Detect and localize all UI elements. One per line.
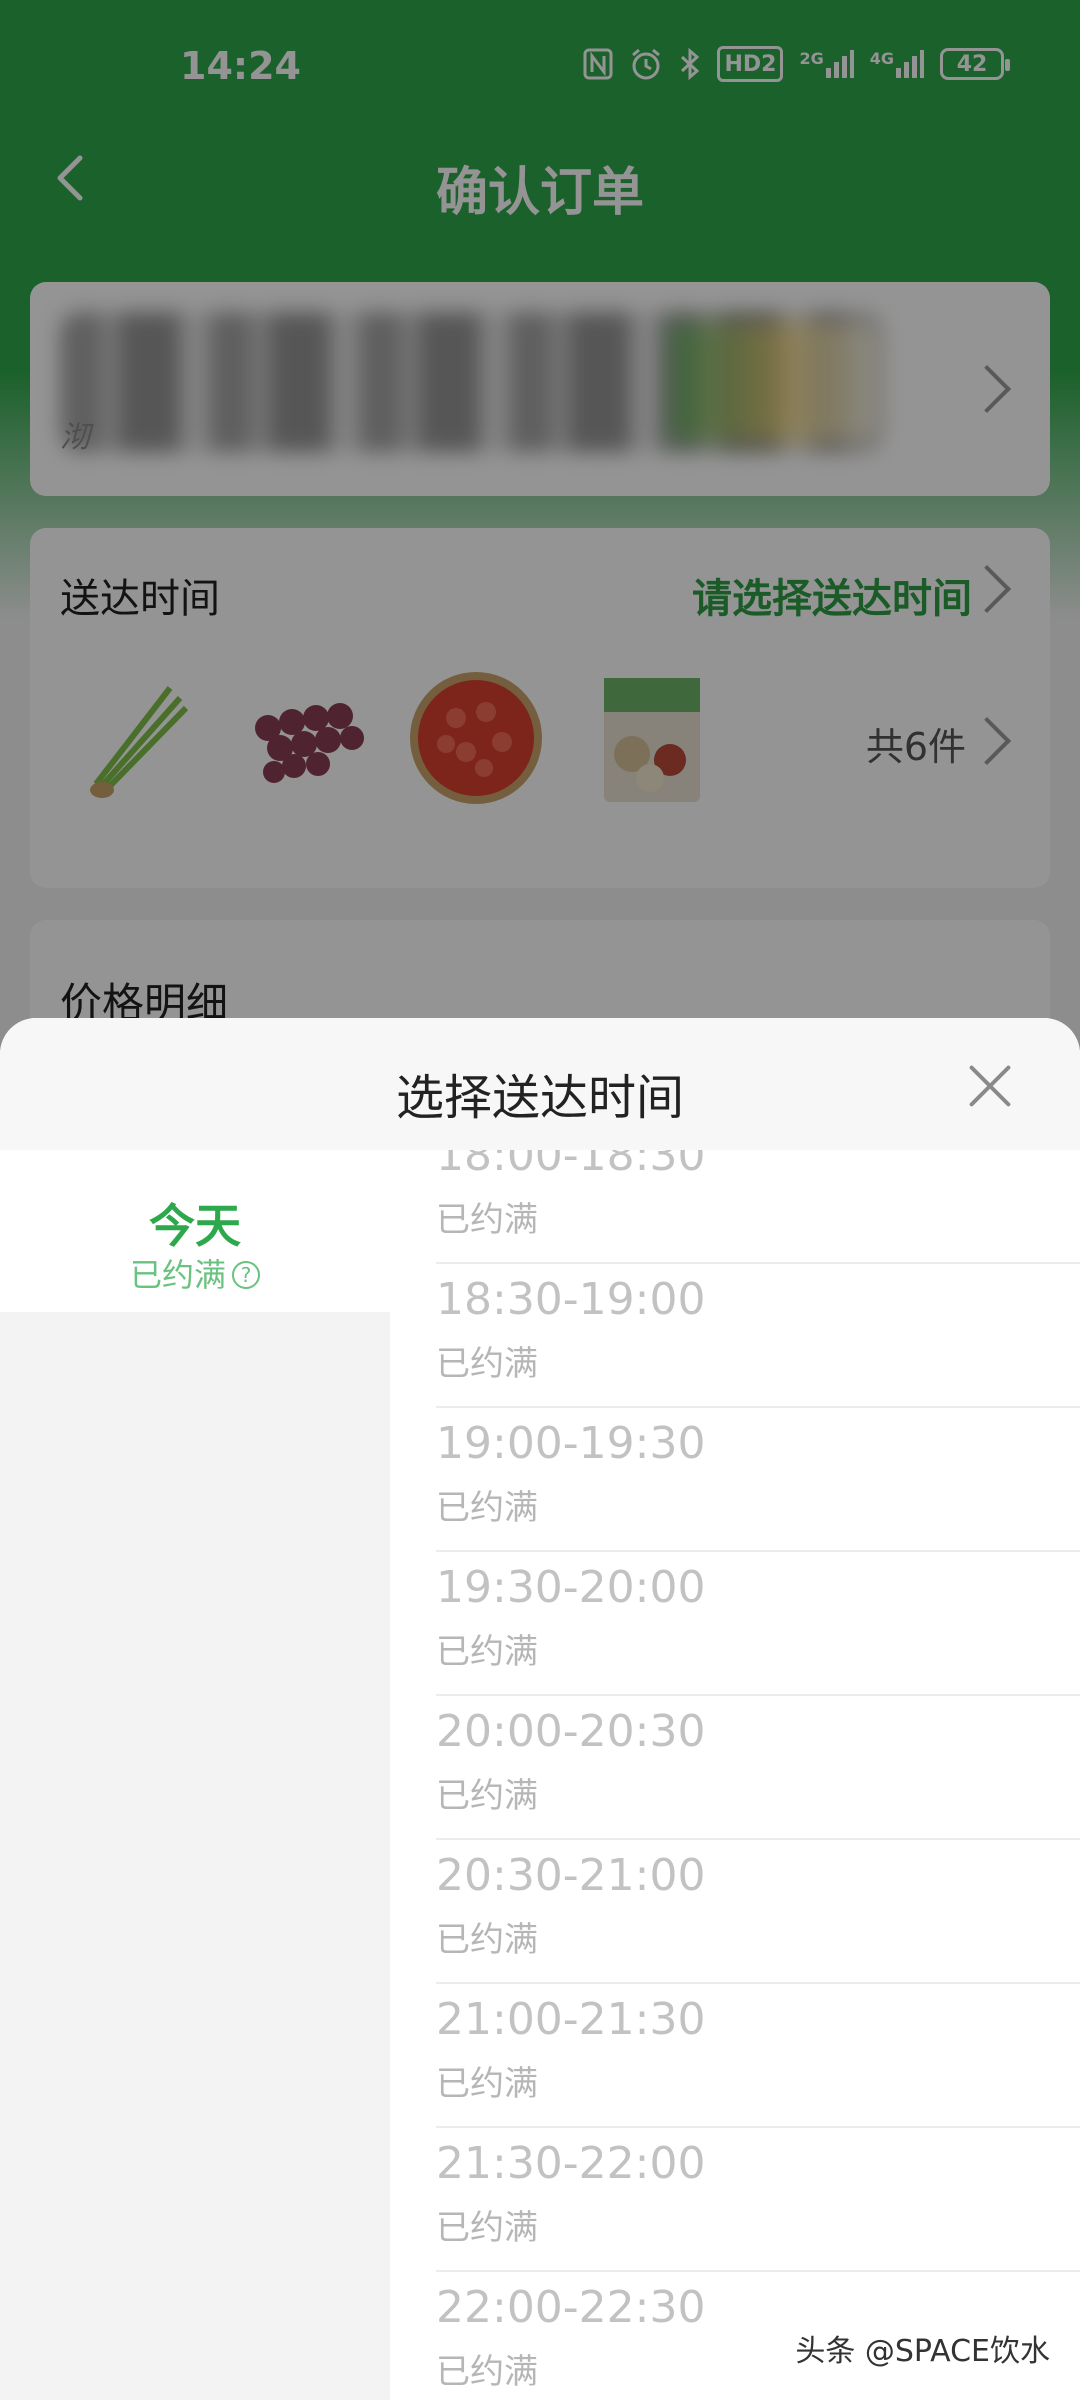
- time-slot[interactable]: 20:30-21:00 已约满: [436, 1840, 1080, 1984]
- sheet-title: 选择送达时间: [395, 1070, 684, 1126]
- slot-time: 22:00-22:30: [436, 2282, 706, 2333]
- help-icon[interactable]: ?: [232, 1261, 260, 1289]
- slot-status: 已约满: [436, 1776, 538, 1816]
- slot-time: 20:30-21:00: [436, 1850, 706, 1901]
- time-slot[interactable]: 19:00-19:30 已约满: [436, 1408, 1080, 1552]
- slot-status: 已约满: [436, 1200, 538, 1240]
- time-slot-list[interactable]: 18:00-18:30 已约满 18:30-19:00 已约满 19:00-19:3…: [390, 1150, 1080, 2400]
- slot-status: 已约满: [436, 1344, 538, 1384]
- slot-status: 已约满: [436, 2208, 538, 2248]
- delivery-time-sheet: 选择送达时间 今天 已约满? 18:00-18:30 已约满 18:30-19:0…: [0, 1018, 1080, 2400]
- time-slot[interactable]: 18:30-19:00 已约满: [436, 1264, 1080, 1408]
- day-name: 今天: [149, 1199, 241, 1253]
- day-status-text: 已约满: [129, 1256, 226, 1294]
- time-slot[interactable]: 21:00-21:30 已约满: [436, 1984, 1080, 2128]
- slot-time: 18:30-19:00: [436, 1274, 706, 1325]
- time-slot[interactable]: 18:00-18:30 已约满: [436, 1150, 1080, 1264]
- slot-status: 已约满: [436, 2064, 538, 2104]
- day-list: 今天 已约满?: [0, 1150, 390, 2400]
- slot-time: 20:00-20:30: [436, 1706, 706, 1757]
- sheet-header: 选择送达时间: [0, 1018, 1080, 1150]
- day-item-today[interactable]: 今天 已约满?: [0, 1150, 390, 1312]
- slot-time: 18:00-18:30: [436, 1150, 706, 1181]
- slot-status: 已约满: [436, 1920, 538, 1960]
- slot-status: 已约满: [436, 1632, 538, 1672]
- time-slot[interactable]: 19:30-20:00 已约满: [436, 1552, 1080, 1696]
- slot-status: 已约满: [436, 2352, 538, 2392]
- slot-time: 19:30-20:00: [436, 1562, 706, 1613]
- time-slot[interactable]: 20:00-20:30 已约满: [436, 1696, 1080, 1840]
- close-icon[interactable]: [968, 1064, 1012, 1108]
- day-status: 已约满?: [0, 1250, 390, 1296]
- watermark: 头条 @SPACE饮水: [795, 2334, 1050, 2369]
- slot-time: 21:30-22:00: [436, 2138, 706, 2189]
- time-slot[interactable]: 21:30-22:00 已约满: [436, 2128, 1080, 2272]
- slot-time: 19:00-19:30: [436, 1418, 706, 1469]
- slot-time: 21:00-21:30: [436, 1994, 706, 2045]
- slot-status: 已约满: [436, 1488, 538, 1528]
